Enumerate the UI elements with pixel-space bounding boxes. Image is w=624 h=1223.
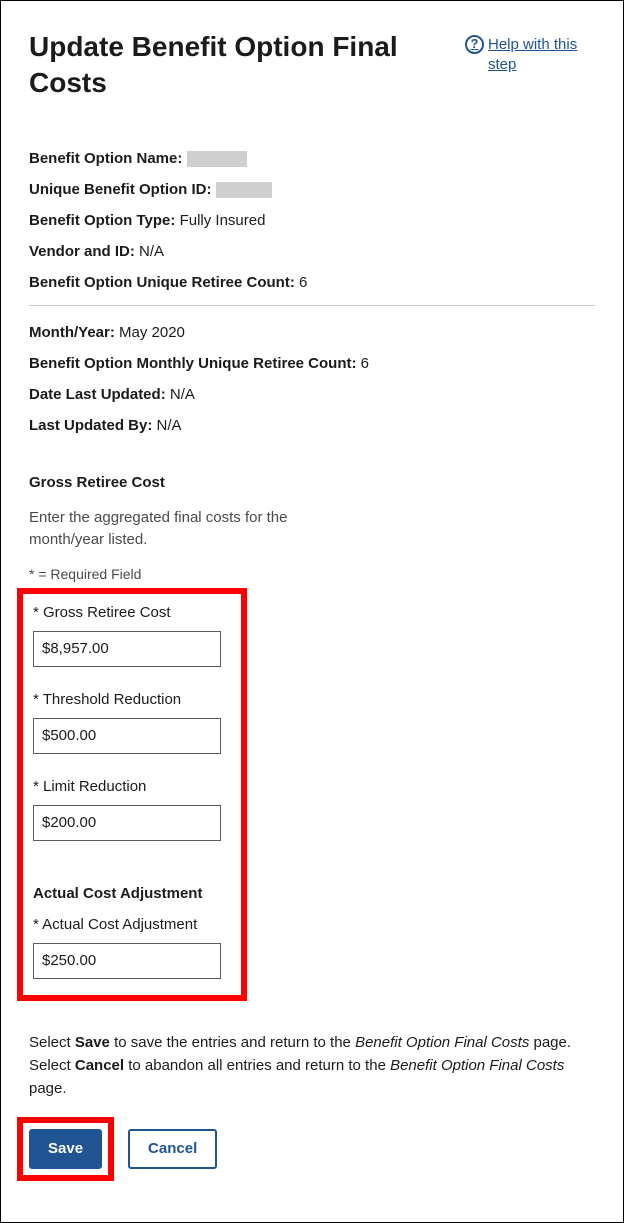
info-row: Vendor and ID: N/A: [29, 243, 595, 260]
retiree-count-label: Benefit Option Unique Retiree Count:: [29, 274, 295, 291]
gross-retiree-cost-desc: Enter the aggregated final costs for the…: [29, 507, 319, 552]
footnote-cancel-bold: Cancel: [75, 1057, 124, 1074]
info-row: Unique Benefit Option ID:: [29, 181, 595, 198]
info-row: Benefit Option Type: Fully Insured: [29, 212, 595, 229]
threshold-label: * Threshold Reduction: [33, 691, 231, 708]
save-highlight-box: Save: [17, 1117, 114, 1181]
field-group: * Limit Reduction: [33, 778, 231, 841]
footnote-italic: Benefit Option Final Costs: [355, 1034, 529, 1051]
gross-cost-label: * Gross Retiree Cost: [33, 604, 231, 621]
info-row: Benefit Option Monthly Unique Retiree Co…: [29, 355, 595, 372]
benefit-info-block-1: Benefit Option Name: Unique Benefit Opti…: [29, 150, 595, 291]
benefit-id-label: Unique Benefit Option ID:: [29, 181, 211, 198]
gross-cost-input[interactable]: [33, 631, 221, 667]
field-group: * Gross Retiree Cost: [33, 604, 231, 667]
actual-input[interactable]: [33, 943, 221, 979]
updated-by-label: Last Updated By:: [29, 417, 152, 434]
actions-row: Save Cancel: [29, 1117, 595, 1181]
save-button[interactable]: Save: [29, 1129, 102, 1169]
limit-input[interactable]: [33, 805, 221, 841]
benefit-id-value-redacted: [216, 182, 272, 198]
footnote-save-bold: Save: [75, 1034, 110, 1051]
field-group: * Threshold Reduction: [33, 691, 231, 754]
vendor-label: Vendor and ID:: [29, 243, 135, 260]
footnote-part: to abandon all entries and return to the: [124, 1057, 390, 1074]
cancel-button[interactable]: Cancel: [128, 1129, 217, 1169]
benefit-type-value: Fully Insured: [180, 212, 266, 229]
threshold-input[interactable]: [33, 718, 221, 754]
monthly-count-label: Benefit Option Monthly Unique Retiree Co…: [29, 355, 356, 372]
benefit-type-label: Benefit Option Type:: [29, 212, 175, 229]
actual-label: * Actual Cost Adjustment: [33, 916, 231, 933]
required-field-note: * = Required Field: [29, 566, 595, 582]
page-container: Update Benefit Option Final Costs ? Help…: [0, 0, 624, 1223]
footnote-italic: Benefit Option Final Costs: [390, 1057, 564, 1074]
info-row: Benefit Option Unique Retiree Count: 6: [29, 274, 595, 291]
header-row: Update Benefit Option Final Costs ? Help…: [29, 29, 595, 126]
benefit-name-value-redacted: [187, 151, 247, 167]
help-link-text: Help with this step: [488, 35, 595, 74]
info-row: Benefit Option Name:: [29, 150, 595, 167]
actual-cost-adjustment-title: Actual Cost Adjustment: [33, 885, 231, 902]
limit-label: * Limit Reduction: [33, 778, 231, 795]
updated-by-value: N/A: [157, 417, 182, 434]
footnote-part: page.: [29, 1080, 67, 1097]
month-year-label: Month/Year:: [29, 324, 115, 341]
help-link[interactable]: ? Help with this step: [465, 35, 595, 74]
retiree-count-value: 6: [299, 274, 307, 291]
date-updated-value: N/A: [170, 386, 195, 403]
field-group: * Actual Cost Adjustment: [33, 916, 231, 979]
info-row: Last Updated By: N/A: [29, 417, 595, 434]
divider: [29, 305, 595, 306]
footnote-part: to save the entries and return to the: [110, 1034, 355, 1051]
info-row: Date Last Updated: N/A: [29, 386, 595, 403]
gross-retiree-cost-title: Gross Retiree Cost: [29, 474, 595, 491]
fields-highlight-box: * Gross Retiree Cost * Threshold Reducti…: [17, 588, 247, 1001]
monthly-count-value: 6: [361, 355, 369, 372]
month-year-value: May 2020: [119, 324, 185, 341]
page-title: Update Benefit Option Final Costs: [29, 29, 449, 102]
footnote-text: Select Save to save the entries and retu…: [29, 1031, 599, 1101]
help-icon: ?: [465, 35, 484, 54]
benefit-info-block-2: Month/Year: May 2020 Benefit Option Mont…: [29, 324, 595, 434]
date-updated-label: Date Last Updated:: [29, 386, 166, 403]
footnote-part: Select: [29, 1034, 75, 1051]
info-row: Month/Year: May 2020: [29, 324, 595, 341]
vendor-value: N/A: [139, 243, 164, 260]
benefit-name-label: Benefit Option Name:: [29, 150, 182, 167]
